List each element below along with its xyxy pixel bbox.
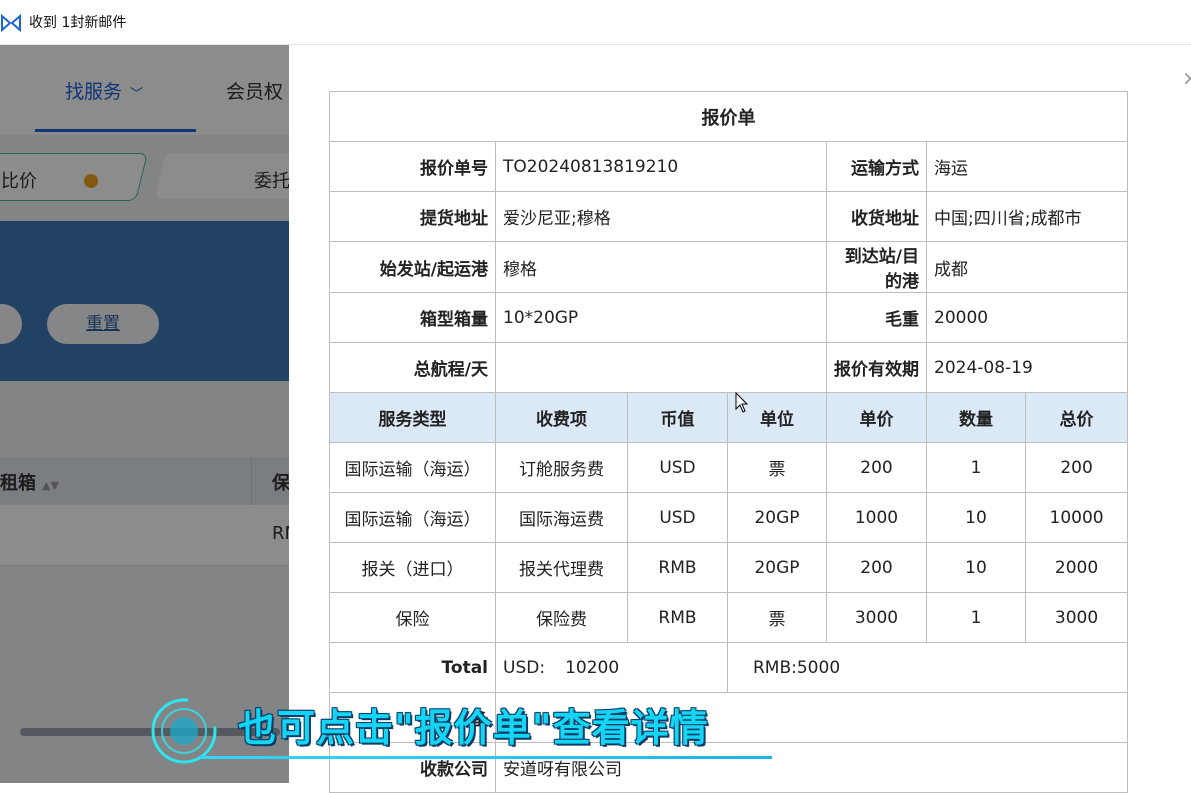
cell-total-price: 2000 [1024, 542, 1129, 593]
label-pickup-address: 提货地址 [329, 191, 496, 242]
table-row: 国际运输（海运） 国际海运费 USD 20GP 1000 10 10000 [329, 492, 1129, 543]
column-quantity: 数量 [926, 392, 1026, 443]
cell-quantity: 10 [926, 492, 1026, 543]
cell-unit-price: 200 [826, 442, 927, 493]
column-total-price: 总价 [1024, 392, 1129, 443]
close-icon[interactable]: × [1182, 66, 1191, 90]
decorative-ring-icon [151, 698, 217, 764]
cell-unit-price: 200 [826, 542, 927, 593]
cell-currency: USD [627, 442, 728, 493]
total-rmb: RMB:5000 [726, 642, 1129, 693]
total-usd: USD: 10200 [495, 642, 728, 693]
value-container-qty: 10*20GP [495, 292, 827, 343]
table-row: 报关（进口） 报关代理费 RMB 20GP 200 10 2000 [329, 542, 1129, 593]
label-validity: 报价有效期 [826, 342, 927, 393]
value-quote-number: TO20240813819210 [495, 141, 827, 192]
window-titlebar: 收到 1封新邮件 [0, 0, 1191, 45]
quote-table: 报价单 报价单号 TO20240813819210 运输方式 海运 提货地址 爱… [328, 91, 1129, 793]
column-currency: 币值 [627, 392, 728, 443]
cell-service-type: 国际运输（海运） [329, 492, 496, 543]
label-voyage-days: 总航程/天 [329, 342, 496, 393]
cell-total-price: 200 [1024, 442, 1129, 493]
value-voyage-days [495, 342, 827, 393]
total-usd-value: 10200 [565, 657, 620, 678]
total-label: Total [329, 642, 496, 693]
mouse-cursor-icon [735, 392, 749, 413]
quote-title: 报价单 [328, 91, 1129, 142]
value-pickup-address: 爱沙尼亚;穆格 [495, 191, 827, 242]
cell-currency: RMB [627, 542, 728, 593]
app-logo-icon [1, 13, 21, 33]
label-container-qty: 箱型箱量 [329, 292, 496, 343]
label-transport-mode: 运输方式 [826, 141, 927, 192]
cell-unit: 20GP [727, 542, 827, 593]
cell-currency: RMB [627, 592, 728, 643]
subtitle-underline [200, 756, 772, 759]
cell-service-type: 国际运输（海运） [329, 442, 496, 493]
cell-quantity: 10 [926, 542, 1026, 593]
total-usd-label: USD: [503, 657, 546, 678]
cell-unit: 20GP [727, 492, 827, 543]
cell-quantity: 1 [926, 592, 1026, 643]
cell-total-price: 3000 [1024, 592, 1129, 643]
label-origin-port: 始发站/起运港 [329, 241, 496, 293]
window-title: 收到 1封新邮件 [29, 15, 127, 31]
cell-service-type: 报关（进口） [329, 542, 496, 593]
tutorial-subtitle: 也可点击"报价单"查看详情 [238, 706, 709, 750]
label-delivery-address: 收货地址 [826, 191, 927, 242]
cell-unit-price: 1000 [826, 492, 927, 543]
value-validity: 2024-08-19 [925, 342, 1129, 393]
label-quote-number: 报价单号 [329, 141, 496, 192]
cell-charge-item: 报关代理费 [495, 542, 628, 593]
cell-unit: 票 [727, 442, 827, 493]
cell-currency: USD [627, 492, 728, 543]
value-transport-mode: 海运 [925, 141, 1129, 192]
cell-charge-item: 保险费 [495, 592, 628, 643]
table-row: 国际运输（海运） 订舱服务费 USD 票 200 1 200 [329, 442, 1129, 493]
label-destination-port: 到达站/目的港 [826, 241, 927, 293]
value-destination-port: 成都 [925, 241, 1129, 293]
column-charge-item: 收费项 [495, 392, 628, 443]
value-origin-port: 穆格 [495, 241, 827, 293]
table-row: 保险 保险费 RMB 票 3000 1 3000 [329, 592, 1129, 643]
cell-charge-item: 订舱服务费 [495, 442, 628, 493]
cell-total-price: 10000 [1024, 492, 1129, 543]
cell-unit-price: 3000 [826, 592, 927, 643]
cell-unit: 票 [727, 592, 827, 643]
cell-service-type: 保险 [329, 592, 496, 643]
column-service-type: 服务类型 [329, 392, 496, 443]
cell-charge-item: 国际海运费 [495, 492, 628, 543]
value-delivery-address: 中国;四川省;成都市 [925, 191, 1129, 242]
label-gross-weight: 毛重 [826, 292, 927, 343]
column-unit-price: 单价 [826, 392, 927, 443]
value-gross-weight: 20000 [925, 292, 1129, 343]
cell-quantity: 1 [926, 442, 1026, 493]
